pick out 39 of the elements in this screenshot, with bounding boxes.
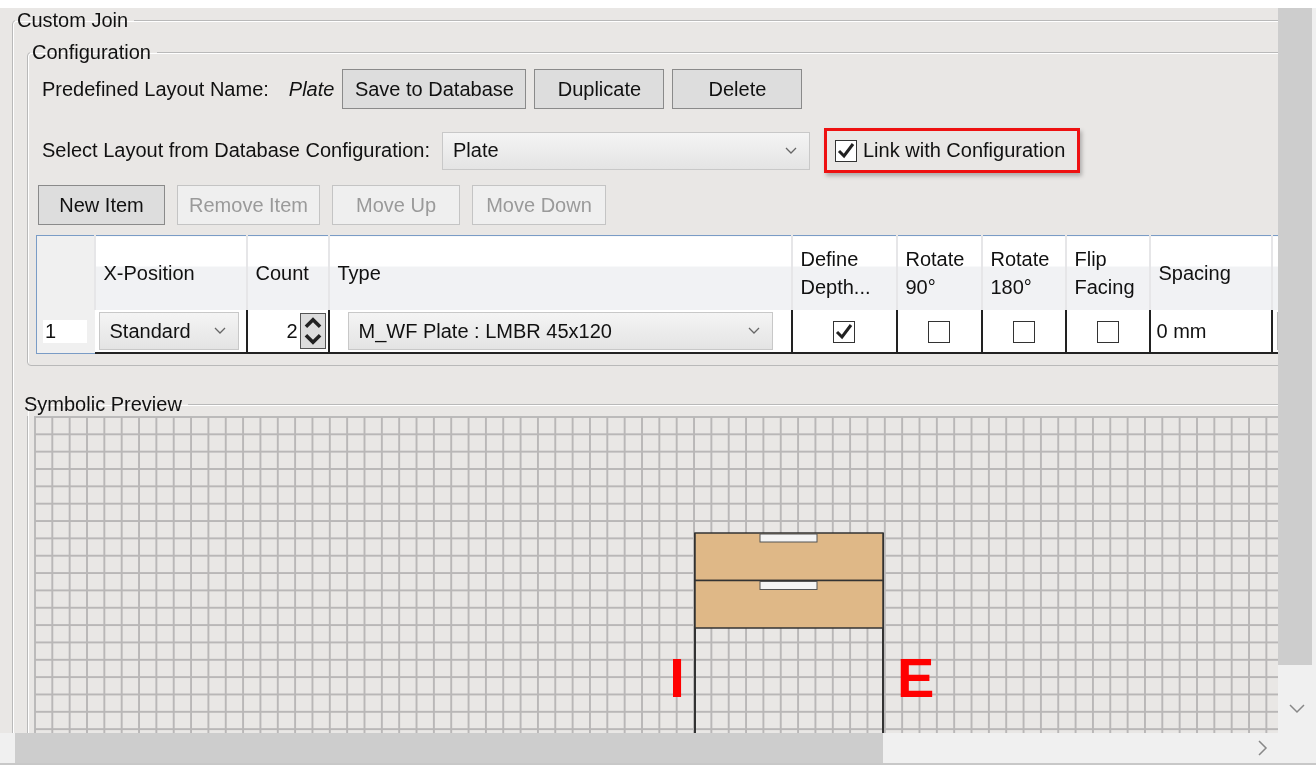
- row-number: 1: [43, 319, 87, 343]
- checkbox-label: Link with Configuration: [863, 139, 1066, 162]
- column-header: Count: [246, 235, 329, 310]
- interior-label: I: [669, 646, 685, 709]
- horizontal-scrollbar[interactable]: [0, 733, 1316, 765]
- column-header: X-Position: [94, 235, 247, 310]
- column-header: Type: [328, 235, 792, 310]
- scroll-down-icon[interactable]: [1288, 703, 1306, 715]
- column-header: Rotate 90°: [896, 235, 982, 310]
- column-header: Flip Facing: [1065, 235, 1150, 310]
- scrollbar-thumb[interactable]: [1278, 8, 1312, 665]
- layout-dropdown[interactable]: Plate: [442, 131, 810, 170]
- action-button[interactable]: Duplicate: [534, 69, 665, 109]
- action-button[interactable]: Save to Database: [342, 69, 527, 109]
- group-title: Custom Join: [16, 8, 130, 32]
- group-title: Configuration: [31, 40, 152, 64]
- layout-name: Plate: [288, 77, 335, 101]
- field-label: Predefined Layout Name:: [42, 77, 269, 101]
- x-position-dropdown[interactable]: Standard: [98, 312, 239, 350]
- spacing-cell[interactable]: 0 mm: [1149, 310, 1272, 353]
- vertical-scrollbar[interactable]: [1278, 8, 1316, 733]
- action-button[interactable]: New Item: [38, 185, 165, 225]
- group-title: Symbolic Preview: [23, 392, 183, 416]
- checkbox[interactable]: [833, 320, 855, 343]
- type-dropdown[interactable]: M_WF Plate : LMBR 45x120: [347, 312, 773, 350]
- count-value: 2: [286, 319, 298, 343]
- scroll-right-icon[interactable]: [1257, 739, 1269, 757]
- column-header: Rotate 180°: [981, 235, 1066, 310]
- column-header: Spacing: [1149, 235, 1272, 310]
- scrollbar-thumb[interactable]: [15, 733, 883, 763]
- action-button[interactable]: Delete: [672, 69, 803, 109]
- field-label: Select Layout from Database Configuration:: [42, 139, 430, 162]
- exterior-label: E: [897, 646, 935, 709]
- spinner-control[interactable]: [299, 313, 326, 349]
- checkbox[interactable]: [1096, 320, 1119, 343]
- checkbox[interactable]: [1012, 320, 1035, 343]
- checkbox[interactable]: [835, 139, 857, 162]
- checkbox[interactable]: [928, 320, 950, 343]
- column-header: Define Depth...: [791, 235, 897, 310]
